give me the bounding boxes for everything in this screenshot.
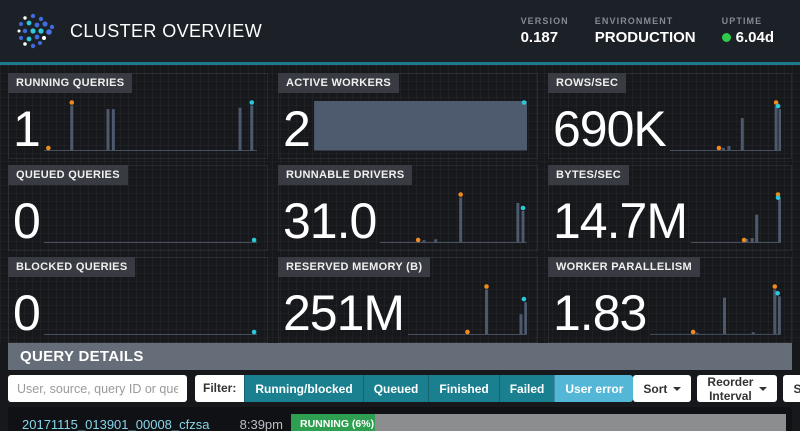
filter-button-running-blocked[interactable]: Running/blocked	[244, 375, 363, 402]
metric-card-label: QUEUED QUERIES	[8, 165, 128, 185]
metric-card-label: ACTIVE WORKERS	[278, 73, 400, 93]
uptime-status-dot-icon	[721, 33, 731, 42]
metric-card-rows-sec: ROWS/SEC 690K	[548, 73, 792, 159]
dropdown-button-show[interactable]: Show	[783, 375, 800, 402]
metric-card-value: 1.83	[553, 285, 647, 341]
filter-button-queued[interactable]: Queued	[362, 375, 429, 402]
metric-card-bytes-sec: BYTES/SEC 14.7M	[548, 165, 792, 251]
metric-card-value: 14.7M	[553, 193, 688, 249]
metrics-grid: RUNNING QUERIES 1 ACTIVE WORKERS 2 ROWS/SEC 6…	[8, 73, 792, 343]
query-id-link[interactable]: 20171115_013901_00008_cfzsa	[22, 417, 228, 431]
dropdown-group: Sort Reorder Interval Show	[633, 374, 800, 403]
header-stats: VERSION 0.187 ENVIRONMENT PRODUCTION UPTIME 6…	[521, 16, 774, 46]
filter-button-user-error[interactable]: User error	[554, 375, 634, 402]
header-stat-version: VERSION 0.187	[521, 16, 569, 46]
metric-card-active-workers: ACTIVE WORKERS 2	[278, 73, 538, 159]
metric-sparkline	[380, 192, 527, 243]
metric-card-worker-parallelism: WORKER PARALLELISM 1.83	[548, 257, 792, 343]
metric-card-runnable-drivers: RUNNABLE DRIVERS 31.0	[278, 165, 538, 251]
stat-label: VERSION	[520, 16, 569, 26]
metric-sparkline	[408, 284, 527, 335]
stat-value: 0.187	[520, 29, 559, 46]
header: CLUSTER OVERVIEW VERSION 0.187 ENVIRONMENT…	[0, 0, 800, 62]
metric-card-value: 690K	[553, 101, 667, 157]
query-details-section: QUERY DETAILS Filter: Running/blockedQue…	[8, 343, 800, 403]
dropdown-button-sort[interactable]: Sort	[633, 375, 692, 402]
progress-running-segment: RUNNING (6%)	[291, 414, 375, 431]
metric-card-blocked-queries: BLOCKED QUERIES 0	[8, 257, 268, 343]
chevron-down-icon	[673, 386, 682, 391]
presto-logo-icon	[17, 13, 55, 49]
filter-group: Filter: Running/blocked Queued Finished Fai…	[195, 375, 634, 402]
metric-card-running-queries: RUNNING QUERIES 1	[8, 73, 268, 159]
metric-card-value: 0	[13, 285, 41, 341]
metric-card-label: BLOCKED QUERIES	[8, 257, 136, 277]
metrics-dashboard: RUNNING QUERIES 1 ACTIVE WORKERS 2 ROWS/SEC 6…	[0, 65, 800, 343]
metric-card-value: 1	[13, 101, 41, 157]
metric-card-label: RESERVED MEMORY (B)	[278, 257, 431, 277]
query-toolbar: Filter: Running/blockedQueuedFinishedFai…	[8, 375, 800, 403]
filter-label: Filter:	[195, 375, 245, 402]
filter-button-finished[interactable]: Finished	[428, 375, 499, 402]
metric-card-label: BYTES/SEC	[548, 165, 630, 185]
query-details-header: QUERY DETAILS	[8, 343, 792, 370]
metric-card-label: RUNNABLE DRIVERS	[278, 165, 413, 185]
dropdown-label: Sort	[643, 381, 668, 396]
page-title: CLUSTER OVERVIEW	[70, 20, 263, 41]
metric-sparkline	[650, 284, 781, 335]
metric-sparkline	[313, 100, 527, 151]
stat-value: 6.04d	[721, 29, 774, 46]
metric-card-label: WORKER PARALLELISM	[548, 257, 700, 277]
metric-card-value: 31.0	[283, 193, 377, 249]
metric-card-value: 251M	[283, 285, 405, 341]
stat-value: PRODUCTION	[594, 29, 696, 46]
dropdown-label: Show	[793, 381, 800, 396]
cluster-overview-page: CLUSTER OVERVIEW VERSION 0.187 ENVIRONMENT…	[0, 0, 800, 431]
chevron-down-icon	[759, 386, 768, 391]
stat-label: ENVIRONMENT	[594, 16, 674, 26]
stat-label: UPTIME	[721, 16, 763, 26]
metric-sparkline	[43, 237, 257, 243]
metric-card-value: 2	[283, 101, 311, 157]
metric-sparkline	[43, 100, 257, 151]
metric-card-label: RUNNING QUERIES	[8, 73, 133, 93]
metric-sparkline	[43, 329, 257, 335]
metric-card-label: ROWS/SEC	[548, 73, 627, 93]
query-progress-bar: RUNNING (6%)	[291, 414, 786, 431]
metric-card-queued-queries: QUEUED QUERIES 0	[8, 165, 268, 251]
dropdown-label: Reorder Interval	[707, 374, 754, 403]
metric-sparkline	[669, 100, 781, 151]
metric-card-value: 0	[13, 193, 41, 249]
query-time: 8:39pm	[239, 416, 283, 431]
header-stat-uptime: UPTIME 6.04d	[721, 16, 774, 46]
filter-button-failed[interactable]: Failed	[498, 375, 555, 402]
search-input[interactable]	[8, 375, 187, 402]
metric-card-reserved-memory-b: RESERVED MEMORY (B) 251M	[278, 257, 538, 343]
dropdown-button-reorder-interval[interactable]: Reorder Interval	[697, 374, 778, 403]
query-row: 20171115_013901_00008_cfzsa 8:39pm RUNNI…	[8, 407, 792, 431]
header-stat-environment: ENVIRONMENT PRODUCTION	[595, 16, 696, 46]
metric-sparkline	[690, 192, 781, 243]
